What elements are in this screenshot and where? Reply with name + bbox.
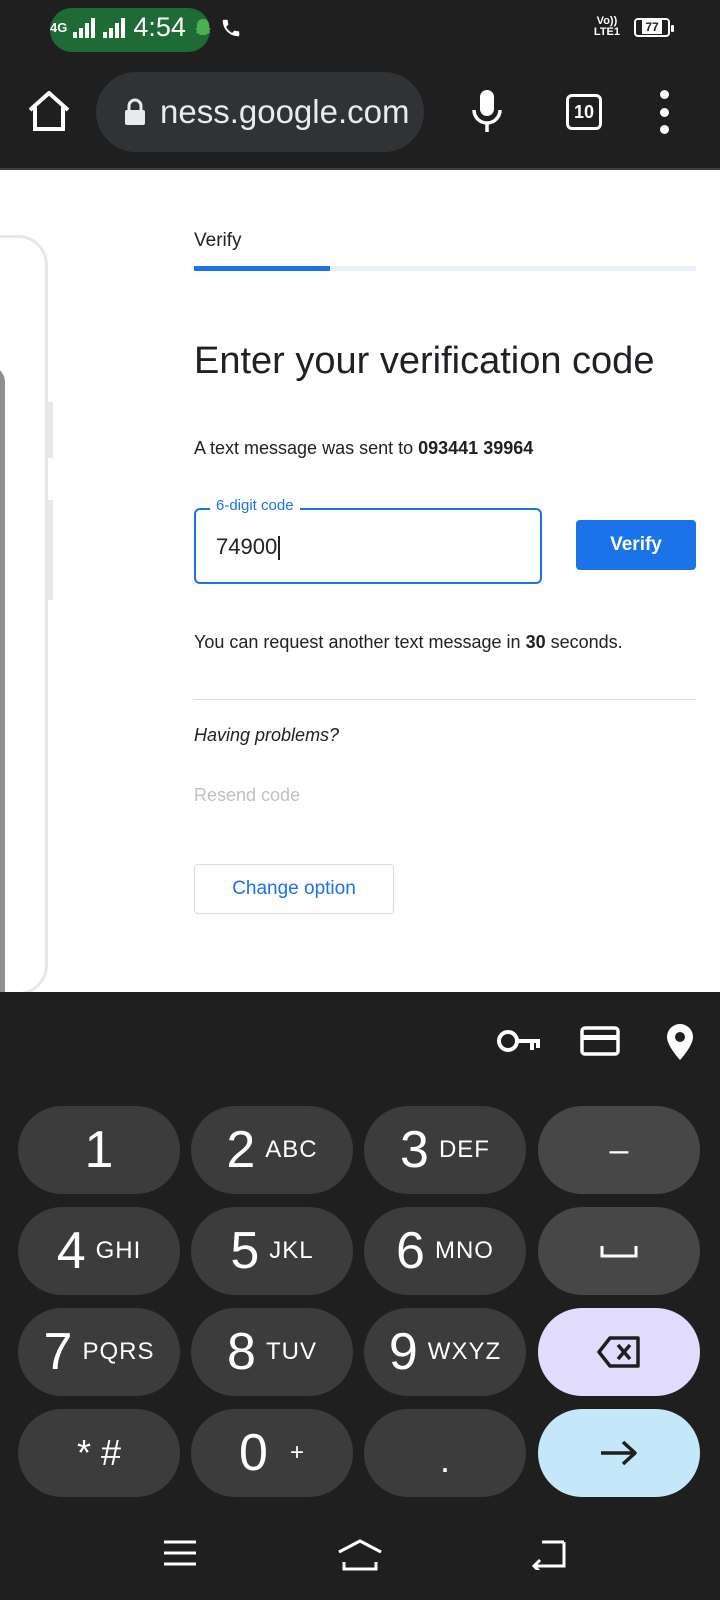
page-title: Enter your verification code [194,340,655,382]
resend-code-link[interactable]: Resend code [194,785,300,806]
key-9[interactable]: 9 WXYZ [364,1308,526,1396]
step-progress-bar [194,266,696,271]
key-2[interactable]: 2 ABC [191,1106,353,1194]
system-nav-bar [0,1518,720,1600]
key-3[interactable]: 3 DEF [364,1106,526,1194]
phone-call-icon [222,19,240,36]
signal-2-icon [103,17,126,38]
address-bar[interactable]: ness.google.com [96,72,424,152]
backspace-key[interactable] [538,1308,700,1396]
step-progress-fill [194,266,330,271]
key-dash[interactable]: – [538,1106,700,1194]
key-icon[interactable] [496,1026,542,1056]
phone-illustration [0,235,48,992]
mic-icon[interactable] [470,88,504,136]
status-right: Vo)) LTE1 77 [593,15,674,38]
status-bar: 4G 4:54 Vo)) LTE1 77 [0,0,720,60]
credit-card-icon[interactable] [580,1026,620,1056]
recent-apps-icon[interactable] [162,1538,198,1568]
space-key[interactable] [538,1207,700,1295]
key-dot[interactable]: . [364,1409,526,1497]
backspace-icon [597,1336,640,1368]
key-5[interactable]: 5 JKL [191,1207,353,1295]
verify-button[interactable]: Verify [576,520,696,570]
key-star-hash[interactable]: * # [18,1409,180,1497]
phone-number: 093441 39964 [418,438,534,458]
tab-switcher-button[interactable]: 10 [566,94,602,130]
battery-level: 77 [642,20,662,34]
code-field-label: 6-digit code [210,497,300,514]
wait-seconds: 30 [525,632,546,652]
key-7[interactable]: 7 PQRS [18,1308,180,1396]
key-0[interactable]: 0 + [191,1409,353,1497]
code-value[interactable]: 74900 [216,534,277,559]
home-icon[interactable] [26,88,72,134]
network-type-icon: 4G [50,20,68,35]
arrow-right-icon [601,1440,637,1466]
verification-code-input[interactable]: 6-digit code 74900 [194,497,542,584]
snapchat-icon [194,18,211,35]
enter-key[interactable] [538,1409,700,1497]
nav-back-icon[interactable] [530,1538,566,1570]
signal-icon [73,17,96,38]
clock: 4:54 [133,12,186,42]
battery-icon: 77 [634,17,674,37]
key-4[interactable]: 4 GHI [18,1207,180,1295]
space-icon [600,1246,638,1258]
key-8[interactable]: 8 TUV [191,1308,353,1396]
having-problems-label: Having problems? [194,725,340,745]
sent-message: A text message was sent to 093441 39964 [194,438,534,458]
change-option-button[interactable]: Change option [194,864,394,914]
url-text[interactable]: ness.google.com [160,93,409,131]
overflow-menu-icon[interactable] [654,90,674,134]
status-left: 4G 4:54 [50,12,242,43]
step-label: Verify [194,230,242,251]
divider [194,699,696,700]
resend-wait-message: You can request another text message in … [194,632,623,652]
lock-icon[interactable] [124,98,146,126]
numeric-keyboard: 1 2 ABC 3 DEF – 4 GHI 5 JKL 6 MNO 7 PQRS 8 TUV … [0,992,720,1600]
web-page: Verify Enter your verification code A te… [0,170,720,992]
key-6[interactable]: 6 MNO [364,1207,526,1295]
browser-toolbar: ness.google.com 10 [0,60,720,170]
nav-home-icon[interactable] [336,1538,384,1572]
volte-icon: Vo)) LTE1 [593,15,620,38]
location-pin-icon[interactable] [664,1022,696,1062]
text-cursor [278,536,280,561]
key-1[interactable]: 1 [18,1106,180,1194]
